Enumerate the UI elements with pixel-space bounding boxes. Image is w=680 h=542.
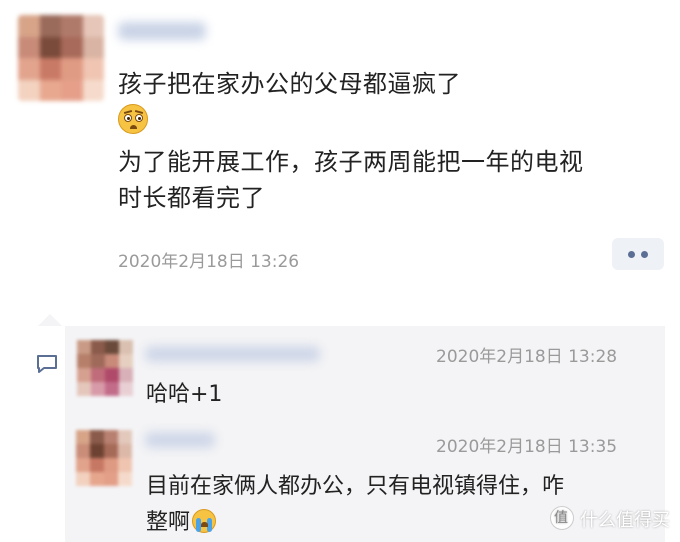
- reply-text-line-1: 目前在家俩人都办公，只有电视镇得住，咋: [146, 474, 565, 499]
- author-avatar[interactable]: [18, 15, 104, 101]
- watermark-logo-icon: [550, 506, 574, 530]
- reply-name-blurred: [145, 432, 215, 448]
- author-name-blurred: [118, 22, 206, 40]
- comment-timestamp: 2020年2月18日 13:28: [436, 347, 618, 367]
- post-text-line-2: 为了能开展工作，孩子两周能把一年的电视: [118, 148, 584, 176]
- post-text-line-1: 孩子把在家办公的父母都逼疯了: [118, 70, 461, 98]
- post-text-line-3: 时长都看完了: [118, 184, 265, 212]
- watermark: 什么值得买: [550, 506, 670, 532]
- comment-icon[interactable]: [36, 354, 60, 374]
- reply-avatar[interactable]: [76, 430, 132, 486]
- watermark-text: 什么值得买: [580, 510, 670, 531]
- comment-text: 哈哈+1: [146, 382, 223, 407]
- comment-pointer: [38, 314, 62, 326]
- commenter-avatar[interactable]: [77, 340, 133, 396]
- reply-text-line-2-row: 整啊: [146, 504, 217, 536]
- post-timestamp: 2020年2月18日 13:26: [118, 252, 300, 272]
- commenter-name-blurred: [145, 346, 320, 362]
- reply-timestamp: 2020年2月18日 13:35: [436, 437, 618, 457]
- astonished-face-icon: [118, 104, 148, 134]
- crying-face-icon: [192, 509, 217, 533]
- reply-text-line-2: 整啊: [146, 510, 191, 535]
- more-options-button[interactable]: [612, 238, 664, 270]
